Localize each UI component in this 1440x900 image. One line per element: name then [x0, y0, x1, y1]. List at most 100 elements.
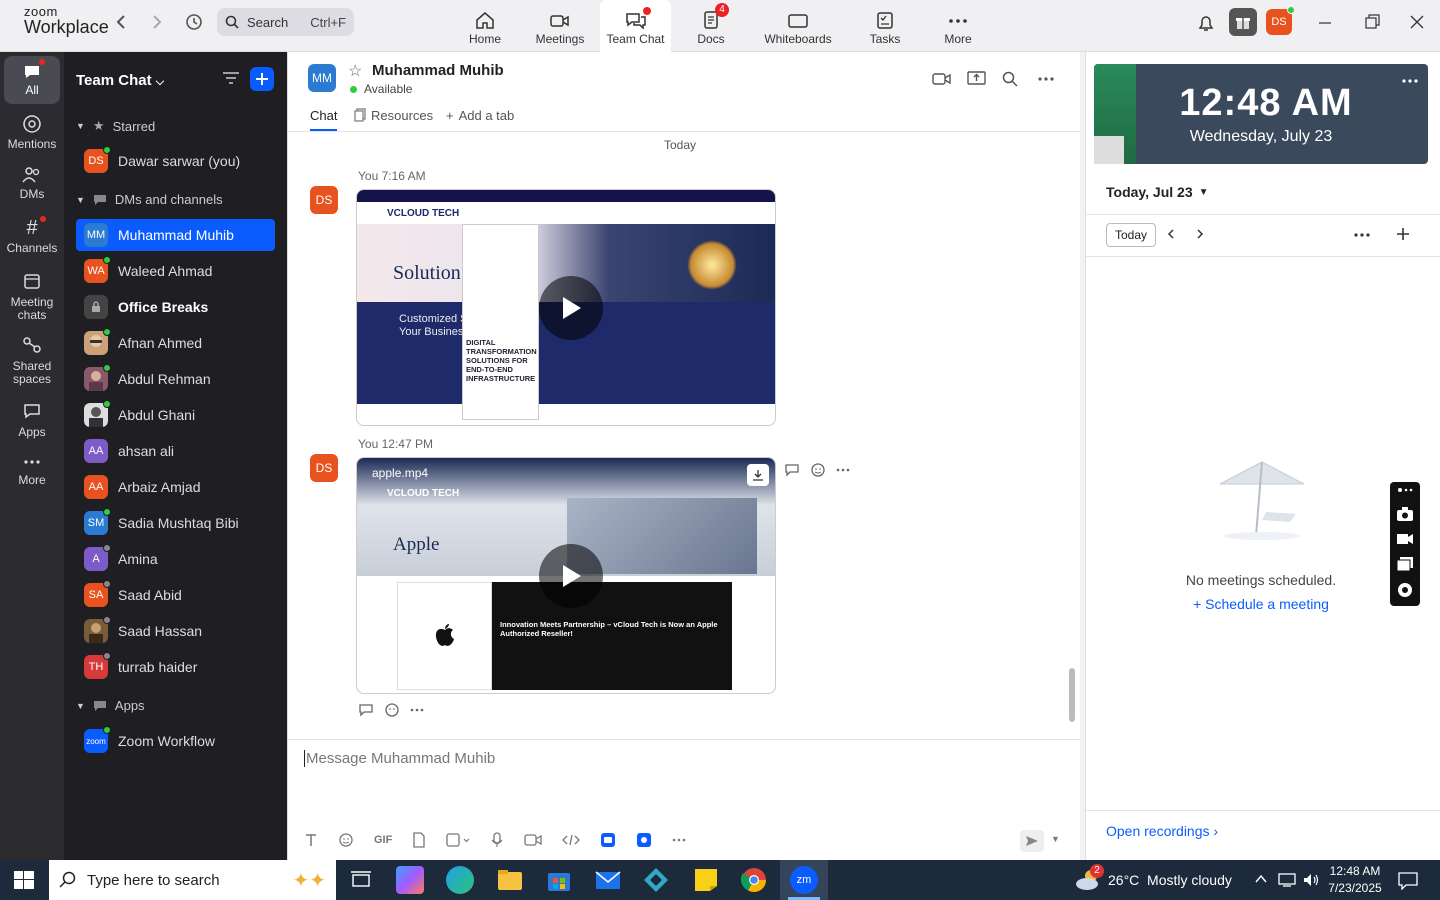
nav-meeting-chats[interactable]: Meeting chats [0, 272, 64, 322]
bell-icon[interactable] [1197, 13, 1215, 33]
chat-item-sadia-mushtaq-bibi[interactable]: SM Sadia Mushtaq Bibi [76, 507, 275, 539]
download-icon[interactable] [747, 464, 769, 486]
taskbar-search[interactable]: Type here to search ✦✦ [49, 860, 336, 900]
copilot-icon[interactable] [396, 866, 424, 894]
store-icon[interactable] [545, 866, 573, 894]
nav-more[interactable]: More [0, 456, 64, 487]
chat-item-muhammad-muhib[interactable]: MM Muhammad Muhib [76, 219, 275, 251]
back-arrow-icon[interactable] [114, 12, 128, 32]
weather-text[interactable]: 26°C Mostly cloudy [1108, 872, 1232, 888]
screenshot-icon[interactable] [446, 832, 470, 848]
network-icon[interactable] [1278, 872, 1298, 888]
tab-tasks[interactable]: Tasks [864, 0, 906, 52]
chat-item-dawar[interactable]: DS Dawar sarwar (you) [76, 145, 275, 177]
schedule-meeting-link[interactable]: + Schedule a meeting [1086, 596, 1436, 612]
previous-day-icon[interactable] [1166, 227, 1176, 241]
nav-all[interactable]: All [4, 56, 60, 104]
share-screen-icon[interactable] [967, 70, 987, 86]
nav-dms[interactable]: DMs [0, 166, 64, 201]
play-icon[interactable] [539, 544, 603, 608]
add-event-icon[interactable] [1396, 227, 1410, 241]
close-icon[interactable] [1409, 13, 1425, 31]
chat-item-saad-hassan[interactable]: Saad Hassan [76, 615, 275, 647]
video-attachment[interactable]: apple.mp4 VCLOUD TECH Apple Innovation M… [356, 457, 776, 694]
text-format-icon[interactable] [304, 833, 318, 847]
reply-icon[interactable] [784, 463, 800, 477]
send-button[interactable] [1020, 830, 1044, 852]
tab-docs[interactable]: 4 Docs [690, 0, 732, 52]
tab-whiteboards[interactable]: Whiteboards [760, 0, 836, 52]
minimize-icon[interactable] [1318, 13, 1332, 31]
date-picker[interactable]: Today, Jul 23 ▼ [1106, 184, 1209, 200]
more-options-icon[interactable] [1354, 232, 1370, 238]
chat-item-ahsan-ali[interactable]: AA ahsan ali [76, 435, 275, 467]
add-tab-button[interactable]: + Add a tab [446, 108, 514, 123]
chevron-up-icon[interactable] [1254, 872, 1268, 886]
tab-resources[interactable]: Resources [354, 108, 433, 123]
sender-avatar[interactable]: DS [310, 186, 338, 214]
more-icon[interactable] [672, 837, 686, 843]
video-attachment[interactable]: VCLOUD TECH Solution Customized S Your B… [356, 189, 776, 426]
history-icon[interactable] [184, 12, 204, 32]
more-options-icon[interactable] [1402, 78, 1418, 84]
tab-team-chat[interactable]: Team Chat [600, 0, 671, 52]
volume-icon[interactable] [1302, 872, 1320, 888]
nav-channels[interactable]: # Channels [0, 216, 64, 255]
reply-icon[interactable] [358, 703, 374, 717]
chrome-icon[interactable] [740, 866, 768, 894]
sender-avatar[interactable]: DS [310, 454, 338, 482]
send-options-chevron-icon[interactable]: ▼ [1051, 834, 1060, 844]
sidebar-title[interactable]: Team Chat ⌵ [76, 72, 164, 89]
search-icon[interactable] [1002, 71, 1018, 87]
code-snippet-icon[interactable] [562, 833, 581, 847]
scrollbar-thumb[interactable] [1069, 668, 1075, 722]
camera-icon[interactable] [1396, 506, 1414, 522]
user-avatar[interactable]: DS [1266, 6, 1295, 35]
more-options-icon[interactable] [1038, 76, 1054, 82]
nav-mentions[interactable]: Mentions [0, 114, 64, 151]
mail-icon[interactable] [594, 866, 622, 894]
star-outline-icon[interactable]: ☆ [348, 61, 362, 81]
gif-icon[interactable]: GIF [374, 834, 392, 846]
new-chat-button[interactable] [250, 67, 274, 91]
notification-center-icon[interactable] [1398, 872, 1418, 890]
open-recordings-link[interactable]: Open recordings › [1106, 823, 1218, 839]
emoji-icon[interactable] [338, 832, 354, 848]
more-actions-icon[interactable] [836, 467, 850, 473]
tab-home[interactable]: Home [460, 0, 510, 52]
chat-item-turrab-haider[interactable]: TH turrab haider [76, 651, 275, 683]
task-view-icon[interactable] [347, 866, 375, 894]
more-actions-icon[interactable] [410, 707, 424, 713]
chat-item-amina[interactable]: A Amina [76, 543, 275, 575]
section-dms-channels[interactable]: ▼ DMs and channels [76, 192, 223, 207]
emoji-react-icon[interactable] [384, 702, 400, 718]
nav-apps[interactable]: Apps [0, 402, 64, 439]
section-apps[interactable]: ▼ Apps [76, 698, 145, 713]
app-shortcut-icon[interactable] [600, 832, 616, 848]
chat-item-abdul-rehman[interactable]: Abdul Rehman [76, 363, 275, 395]
chat-item-afnan-ahmed[interactable]: Afnan Ahmed [76, 327, 275, 359]
app-shortcut-icon[interactable] [636, 832, 652, 848]
sticky-notes-icon[interactable] [692, 866, 720, 894]
contact-avatar[interactable]: MM [308, 64, 336, 92]
search-input[interactable]: Search Ctrl+F [217, 8, 354, 36]
chat-item-saad-abid[interactable]: SA Saad Abid [76, 579, 275, 611]
tab-more[interactable]: More [940, 0, 976, 52]
toolbar-more-icon[interactable] [1396, 486, 1414, 494]
system-clock[interactable]: 12:48 AM 7/23/2025 [1326, 863, 1384, 897]
message-input[interactable]: Message Muhammad Muhib [304, 750, 1044, 767]
file-explorer-icon[interactable] [496, 866, 524, 894]
forward-arrow-icon[interactable] [150, 12, 164, 32]
microphone-icon[interactable] [490, 832, 504, 848]
nav-shared-spaces[interactable]: Shared spaces [0, 336, 64, 386]
video-message-icon[interactable] [524, 833, 542, 847]
video-record-icon[interactable] [1396, 532, 1414, 546]
settings-gear-icon[interactable] [1396, 581, 1414, 599]
edge-icon[interactable] [446, 866, 474, 894]
chat-item-arbaiz-amjad[interactable]: AA Arbaiz Amjad [76, 471, 275, 503]
play-icon[interactable] [539, 276, 603, 340]
zoom-taskbar-item[interactable]: zm [780, 860, 828, 900]
chat-item-zoom-workflow[interactable]: zoom Zoom Workflow [76, 725, 275, 757]
chat-item-abdul-ghani[interactable]: Abdul Ghani [76, 399, 275, 431]
gift-icon[interactable] [1229, 8, 1257, 36]
